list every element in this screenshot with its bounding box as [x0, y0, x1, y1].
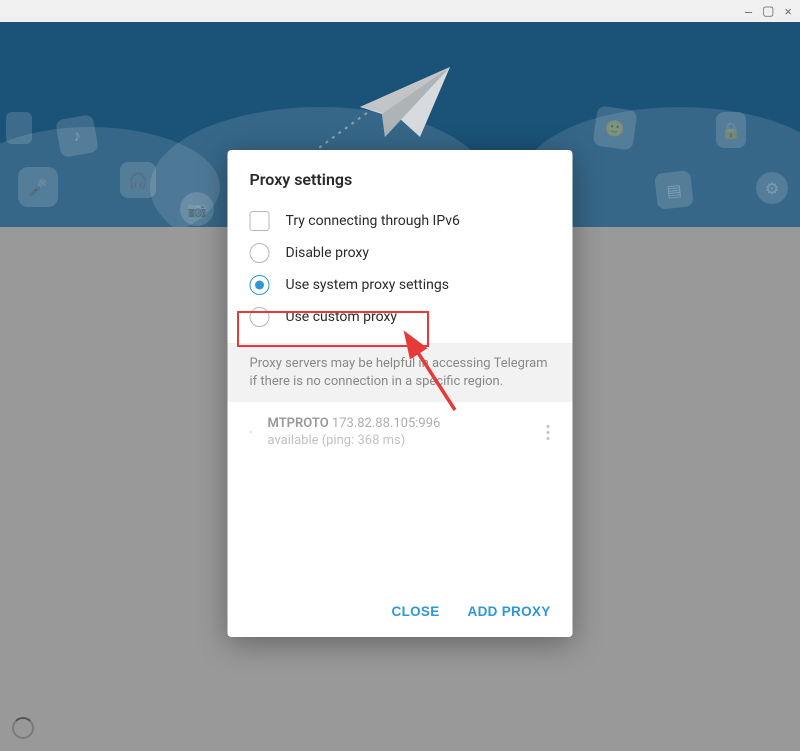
headphones-icon: 🎧: [120, 162, 156, 198]
checkbox-icon: [250, 211, 270, 231]
document-icon: ▤: [654, 170, 694, 210]
option-label: Use custom proxy: [286, 309, 398, 325]
option-custom-proxy[interactable]: Use custom proxy: [228, 301, 573, 333]
option-disable-proxy[interactable]: Disable proxy: [228, 237, 573, 269]
window-titlebar: – ▢ ×: [0, 0, 800, 22]
radio-icon: [250, 431, 252, 433]
proxy-protocol: MTPROTO: [268, 416, 329, 431]
option-label: Try connecting through IPv6: [286, 213, 460, 229]
gear-icon: ⚙: [756, 172, 788, 204]
option-label: Disable proxy: [286, 245, 369, 261]
option-ipv6[interactable]: Try connecting through IPv6: [228, 205, 573, 237]
lock-icon: 🔒: [716, 112, 746, 148]
add-proxy-button[interactable]: ADD PROXY: [468, 604, 551, 619]
more-options-icon[interactable]: [539, 425, 557, 440]
radio-icon: [250, 243, 270, 263]
loading-spinner-icon: [12, 717, 34, 739]
option-system-proxy[interactable]: Use system proxy settings: [228, 269, 573, 301]
proxy-options-list: Try connecting through IPv6 Disable prox…: [228, 203, 573, 343]
microphone-icon: 🎤: [18, 167, 58, 207]
minimize-button[interactable]: –: [745, 4, 752, 19]
dialog-footer: CLOSE ADD PROXY: [228, 592, 573, 637]
proxy-address: 173.82.88.105:996: [332, 416, 440, 431]
radio-selected-icon: [250, 275, 270, 295]
maximize-button[interactable]: ▢: [762, 3, 774, 19]
proxy-item-text: MTPROTO 173.82.88.105:996 available (pin…: [268, 416, 523, 448]
proxy-server-item[interactable]: MTPROTO 173.82.88.105:996 available (pin…: [228, 402, 573, 462]
proxy-settings-dialog: Proxy settings Try connecting through IP…: [228, 150, 573, 637]
close-button[interactable]: CLOSE: [392, 604, 440, 619]
music-note-icon: ♪: [55, 114, 99, 158]
camera-icon: 📷: [180, 192, 214, 226]
photo-icon: 🙂: [592, 105, 637, 150]
option-label: Use system proxy settings: [286, 277, 449, 293]
person-icon: [6, 112, 32, 144]
close-window-button[interactable]: ×: [784, 4, 792, 19]
proxy-status: available (ping: 368 ms): [268, 433, 523, 448]
dialog-title: Proxy settings: [228, 150, 573, 203]
info-text: Proxy servers may be helpful in accessin…: [228, 343, 573, 402]
radio-icon: [250, 307, 270, 327]
